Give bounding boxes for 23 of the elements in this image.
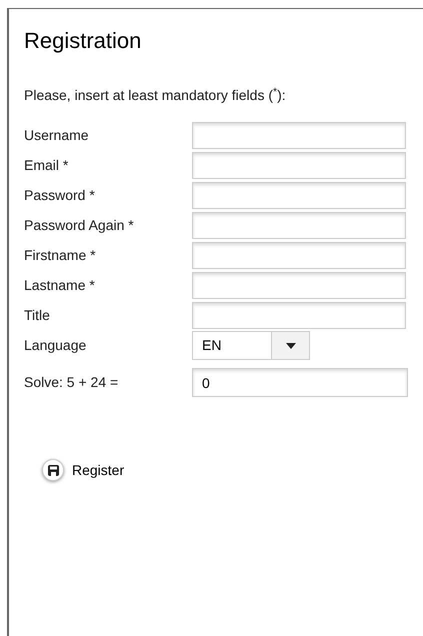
field-label: Username <box>24 126 90 145</box>
save-icon <box>48 464 58 476</box>
input-field[interactable] <box>192 242 406 269</box>
captcha-field[interactable]: 0 <box>192 368 408 397</box>
input-field[interactable] <box>192 152 406 179</box>
input-field[interactable] <box>192 182 406 209</box>
field-label: Password * <box>24 186 96 205</box>
input-field[interactable] <box>192 212 406 239</box>
input-field[interactable] <box>192 122 406 149</box>
field-label: Language <box>24 336 88 355</box>
register-button[interactable]: Register <box>42 459 124 481</box>
field-label: Lastname * <box>24 276 96 295</box>
input-field[interactable] <box>192 302 406 329</box>
captcha-label: Solve: 5 + 24 = <box>24 373 120 392</box>
field-label: Password Again * <box>24 216 135 235</box>
input-field[interactable] <box>192 272 406 299</box>
field-label: Email * <box>24 156 70 175</box>
form-title: Registration <box>24 27 142 55</box>
field-label: Firstname * <box>24 246 97 265</box>
instructions-text: Please, insert at least mandatory fields ($^{*}$): <box>24 86 287 104</box>
language-select[interactable]: EN <box>192 331 310 360</box>
caret-icon <box>286 342 296 348</box>
field-label: Title <box>24 306 51 325</box>
